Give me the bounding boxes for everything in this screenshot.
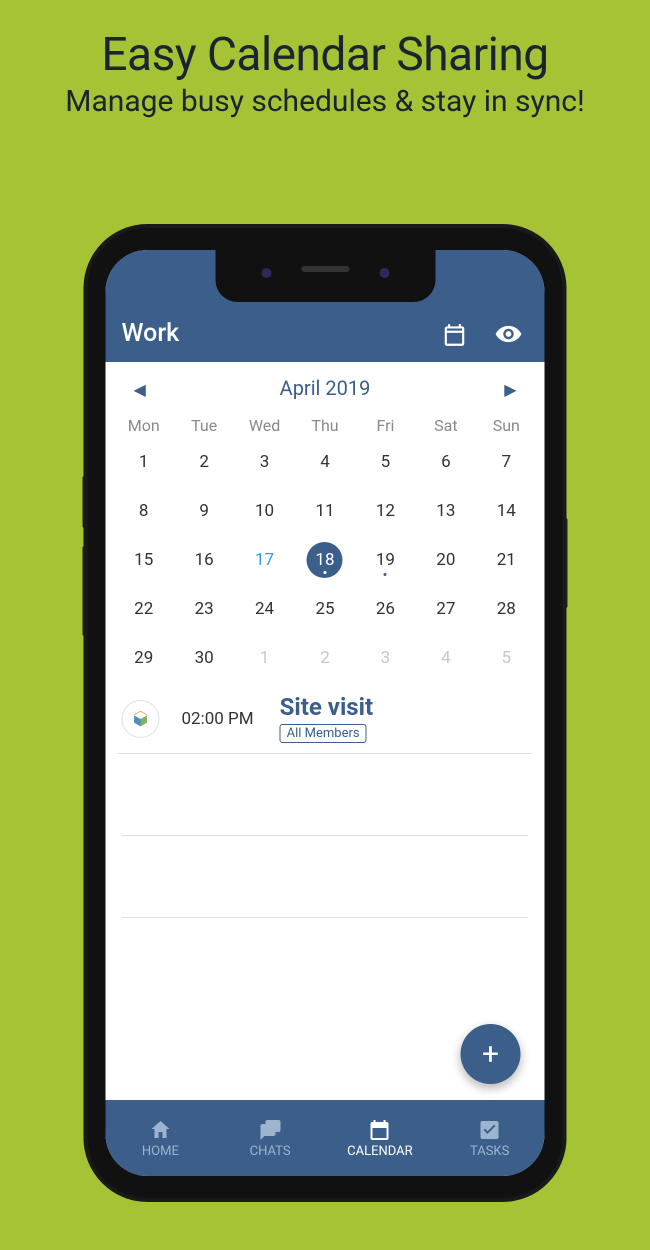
day-cell[interactable]: 25 [295, 584, 355, 633]
day-cell[interactable]: 30 [174, 633, 234, 682]
event-dot [323, 571, 326, 574]
day-cell[interactable]: 22 [114, 584, 174, 633]
nav-label: CALENDAR [347, 1144, 413, 1159]
add-button[interactable]: + [461, 1024, 521, 1084]
chats-icon [258, 1118, 282, 1142]
nav-label: TASKS [470, 1144, 509, 1159]
day-cell[interactable]: 9 [174, 486, 234, 535]
app-root: Work ◀ April 2019 ▶ MonTueWedThuFriSatSu… [106, 250, 545, 1176]
day-cell[interactable]: 4 [295, 437, 355, 486]
weekday-label: Mon [114, 416, 174, 435]
day-cell[interactable]: 10 [234, 486, 294, 535]
day-cell[interactable]: 4 [416, 633, 476, 682]
day-cell[interactable]: 14 [476, 486, 536, 535]
day-cell[interactable]: 2 [295, 633, 355, 682]
bottom-nav: HOME CHATS CALENDAR TASKS [106, 1100, 545, 1176]
phone-screen: Work ◀ April 2019 ▶ MonTueWedThuFriSatSu… [106, 250, 545, 1176]
event-title: Site visit [280, 694, 373, 720]
day-cell[interactable]: 20 [416, 535, 476, 584]
divider [122, 754, 529, 836]
phone-side-button [563, 518, 568, 608]
day-cell[interactable]: 5 [476, 633, 536, 682]
day-cell[interactable]: 26 [355, 584, 415, 633]
event-source-icon [122, 700, 160, 738]
nav-home[interactable]: HOME [106, 1100, 216, 1176]
day-cell[interactable]: 21 [476, 535, 536, 584]
day-cell[interactable]: 7 [476, 437, 536, 486]
day-cell[interactable]: 19 [355, 535, 415, 584]
day-cell[interactable]: 28 [476, 584, 536, 633]
calendar-icon [368, 1118, 392, 1142]
weekday-label: Wed [234, 416, 294, 435]
day-cell[interactable]: 18 [295, 535, 355, 584]
plus-icon: + [482, 1037, 499, 1072]
event-members-badge: All Members [280, 724, 367, 743]
weekday-label: Fri [355, 416, 415, 435]
event-body: Site visit All Members [280, 694, 373, 743]
day-cell[interactable]: 3 [355, 633, 415, 682]
phone-notch [215, 250, 435, 302]
day-cell[interactable]: 2 [174, 437, 234, 486]
prev-month-button[interactable]: ◀ [134, 380, 146, 399]
next-month-button[interactable]: ▶ [504, 380, 516, 399]
day-cell[interactable]: 23 [174, 584, 234, 633]
day-cell[interactable]: 13 [416, 486, 476, 535]
day-cell[interactable]: 5 [355, 437, 415, 486]
divider [122, 836, 529, 918]
marketing-title: Easy Calendar Sharing [0, 28, 650, 82]
day-cell[interactable]: 6 [416, 437, 476, 486]
divider [122, 918, 529, 948]
nav-calendar[interactable]: CALENDAR [325, 1100, 435, 1176]
day-cell[interactable]: 1 [234, 633, 294, 682]
weekday-label: Thu [295, 416, 355, 435]
day-cell[interactable]: 3 [234, 437, 294, 486]
month-nav: ◀ April 2019 ▶ [106, 362, 545, 410]
day-cell[interactable]: 16 [174, 535, 234, 584]
marketing-subtitle: Manage busy schedules & stay in sync! [0, 84, 650, 119]
calendar-icon[interactable] [435, 322, 475, 348]
weekday-label: Sat [416, 416, 476, 435]
weekday-row: MonTueWedThuFriSatSun [106, 410, 545, 437]
day-cell[interactable]: 8 [114, 486, 174, 535]
marketing-header: Easy Calendar Sharing Manage busy schedu… [0, 0, 650, 119]
phone-mockup: Work ◀ April 2019 ▶ MonTueWedThuFriSatSu… [88, 228, 563, 1198]
day-cell[interactable]: 1 [114, 437, 174, 486]
phone-frame: Work ◀ April 2019 ▶ MonTueWedThuFriSatSu… [88, 228, 563, 1198]
days-grid: 1234567891011121314151617181920212223242… [106, 437, 545, 682]
home-icon [148, 1118, 172, 1142]
day-cell[interactable]: 11 [295, 486, 355, 535]
nav-label: HOME [142, 1144, 179, 1159]
day-cell[interactable]: 24 [234, 584, 294, 633]
day-cell[interactable]: 15 [114, 535, 174, 584]
day-cell[interactable]: 17 [234, 535, 294, 584]
event-row[interactable]: 02:00 PM Site visit All Members [118, 682, 533, 754]
day-cell[interactable]: 29 [114, 633, 174, 682]
event-dot [384, 573, 387, 576]
weekday-label: Tue [174, 416, 234, 435]
visibility-icon[interactable] [489, 320, 529, 348]
day-cell[interactable]: 27 [416, 584, 476, 633]
tasks-icon [478, 1118, 502, 1142]
nav-label: CHATS [250, 1144, 291, 1159]
month-label[interactable]: April 2019 [280, 376, 371, 400]
event-time: 02:00 PM [182, 709, 254, 729]
nav-chats[interactable]: CHATS [215, 1100, 325, 1176]
day-cell[interactable]: 12 [355, 486, 415, 535]
calendar-title: Work [122, 319, 421, 348]
weekday-label: Sun [476, 416, 536, 435]
nav-tasks[interactable]: TASKS [435, 1100, 545, 1176]
